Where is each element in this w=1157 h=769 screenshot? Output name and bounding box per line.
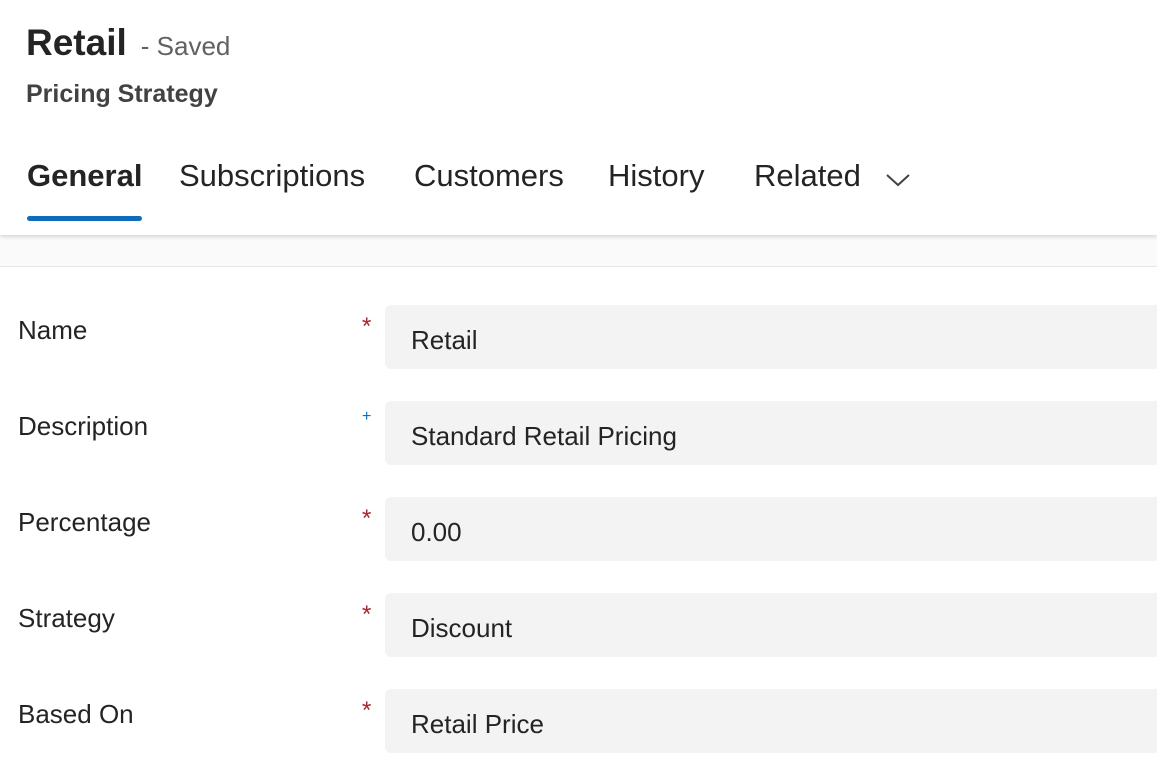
save-status: - Saved bbox=[140, 31, 231, 61]
chevron-down-icon bbox=[885, 152, 911, 204]
based-on-label: Based On bbox=[18, 699, 134, 729]
description-label: Description bbox=[18, 411, 149, 441]
record-title: Retail bbox=[26, 22, 127, 63]
name-label: Name bbox=[18, 315, 88, 345]
form-row-name: Name * Retail bbox=[0, 305, 1157, 369]
title-row: Retail - Saved bbox=[26, 22, 230, 64]
form-row-percentage: Percentage * 0.00 bbox=[0, 497, 1157, 561]
entity-name: Pricing Strategy bbox=[26, 80, 218, 108]
required-indicator: * bbox=[362, 697, 372, 724]
form-row-strategy: Strategy * Discount bbox=[0, 593, 1157, 657]
required-indicator: * bbox=[362, 505, 372, 532]
required-indicator: * bbox=[362, 601, 372, 628]
form-row-based-on: Based On * Retail Price bbox=[0, 689, 1157, 753]
percentage-field[interactable]: 0.00 bbox=[385, 497, 1157, 561]
name-field[interactable]: Retail bbox=[385, 305, 1157, 369]
tab-label: Customers bbox=[414, 158, 564, 193]
percentage-label: Percentage bbox=[18, 507, 151, 537]
recommended-indicator: + bbox=[362, 408, 372, 425]
description-field[interactable]: Standard Retail Pricing bbox=[385, 401, 1157, 465]
tab-customers[interactable]: Customers bbox=[414, 150, 564, 225]
tab-bar: General Subscriptions Customers History … bbox=[0, 150, 1157, 225]
tab-subscriptions[interactable]: Subscriptions bbox=[179, 150, 365, 225]
strategy-label: Strategy bbox=[18, 603, 115, 633]
tab-history[interactable]: History bbox=[608, 150, 704, 225]
required-indicator: * bbox=[362, 313, 372, 340]
tab-label: Related bbox=[754, 158, 861, 193]
strategy-field[interactable]: Discount bbox=[385, 593, 1157, 657]
tab-label: History bbox=[608, 158, 705, 193]
based-on-field[interactable]: Retail Price bbox=[385, 689, 1157, 753]
tab-general[interactable]: General bbox=[27, 150, 143, 225]
form-row-description: Description + Standard Retail Pricing bbox=[0, 401, 1157, 465]
record-header: Retail - Saved Pricing Strategy General … bbox=[0, 0, 1157, 235]
tab-related[interactable]: Related bbox=[754, 150, 911, 225]
active-tab-indicator bbox=[27, 216, 143, 221]
section-band bbox=[0, 235, 1157, 267]
tab-label: General bbox=[27, 158, 143, 193]
tab-label: Subscriptions bbox=[179, 158, 366, 193]
